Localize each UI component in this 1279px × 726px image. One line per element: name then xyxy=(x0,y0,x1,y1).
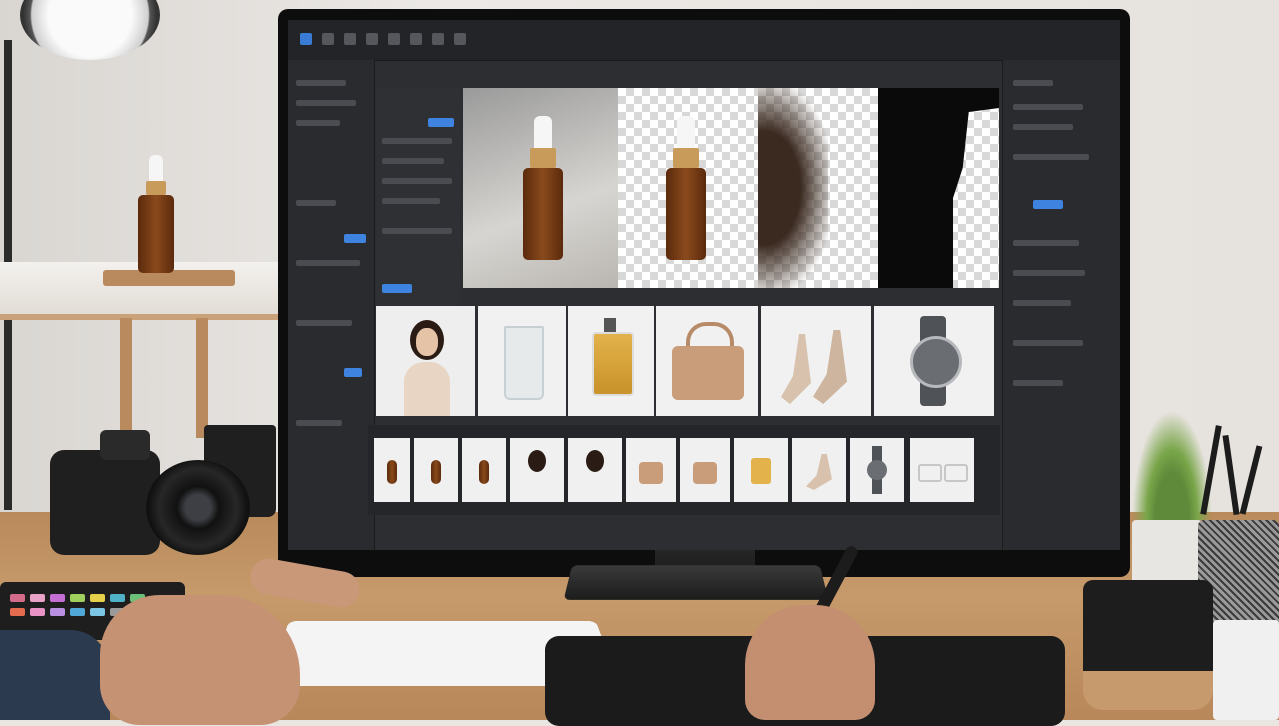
brush-tool-icon[interactable] xyxy=(366,33,378,45)
editor-toolbar xyxy=(288,20,1120,61)
adjustments-panel xyxy=(1002,60,1120,550)
thumb-portrait[interactable] xyxy=(510,438,564,502)
thumb-bottle[interactable] xyxy=(414,438,458,502)
dslr-camera xyxy=(50,430,250,555)
thumb-glasses[interactable] xyxy=(910,438,974,502)
original-photo xyxy=(463,88,618,288)
export-button[interactable] xyxy=(1033,200,1063,209)
apply-button[interactable] xyxy=(428,118,454,127)
mask-preview xyxy=(463,88,999,288)
layers-panel xyxy=(288,60,375,550)
thumb-portrait[interactable] xyxy=(568,438,622,502)
refine-button[interactable] xyxy=(382,284,412,293)
thumb-perfume[interactable] xyxy=(734,438,788,502)
thumb-handbag[interactable] xyxy=(626,438,676,502)
sleeve xyxy=(0,630,110,720)
gallery-item-heels[interactable] xyxy=(761,306,871,416)
gallery-item-perfume[interactable] xyxy=(568,306,654,416)
lasso-tool-icon[interactable] xyxy=(344,33,356,45)
white-box xyxy=(1213,620,1279,720)
eraser-tool-icon[interactable] xyxy=(388,33,400,45)
thumb-bottle[interactable] xyxy=(462,438,506,502)
thumb-handbag[interactable] xyxy=(680,438,730,502)
right-hand xyxy=(735,545,885,720)
move-tool-icon[interactable] xyxy=(300,33,312,45)
hand-tool-icon[interactable] xyxy=(454,33,466,45)
gallery-item-wristwatch[interactable] xyxy=(874,306,994,416)
gallery-item-portrait[interactable] xyxy=(376,306,475,416)
gallery-item-glass[interactable] xyxy=(478,306,566,416)
coffee-mug xyxy=(1083,580,1213,710)
table-leg xyxy=(120,318,132,438)
serum-bottle xyxy=(664,116,708,266)
thumb-wristwatch[interactable] xyxy=(850,438,904,502)
table-leg xyxy=(196,318,208,438)
layer-toggle[interactable] xyxy=(344,368,362,377)
properties-panel xyxy=(376,88,460,308)
editor-window xyxy=(288,20,1120,550)
thumb-bottle[interactable] xyxy=(374,438,410,502)
thumb-heels[interactable] xyxy=(792,438,846,502)
serum-bottle xyxy=(521,116,565,266)
gallery-item-handbag[interactable] xyxy=(656,306,758,416)
crop-tool-icon[interactable] xyxy=(410,33,422,45)
left-hand xyxy=(100,555,380,725)
layer-toggle[interactable] xyxy=(344,234,366,243)
zoom-tool-icon[interactable] xyxy=(432,33,444,45)
hair-mask xyxy=(758,88,878,288)
select-tool-icon[interactable] xyxy=(322,33,334,45)
cutout-transparent xyxy=(618,88,758,288)
silhouette-mask xyxy=(878,88,999,288)
background-bottle xyxy=(136,155,176,273)
